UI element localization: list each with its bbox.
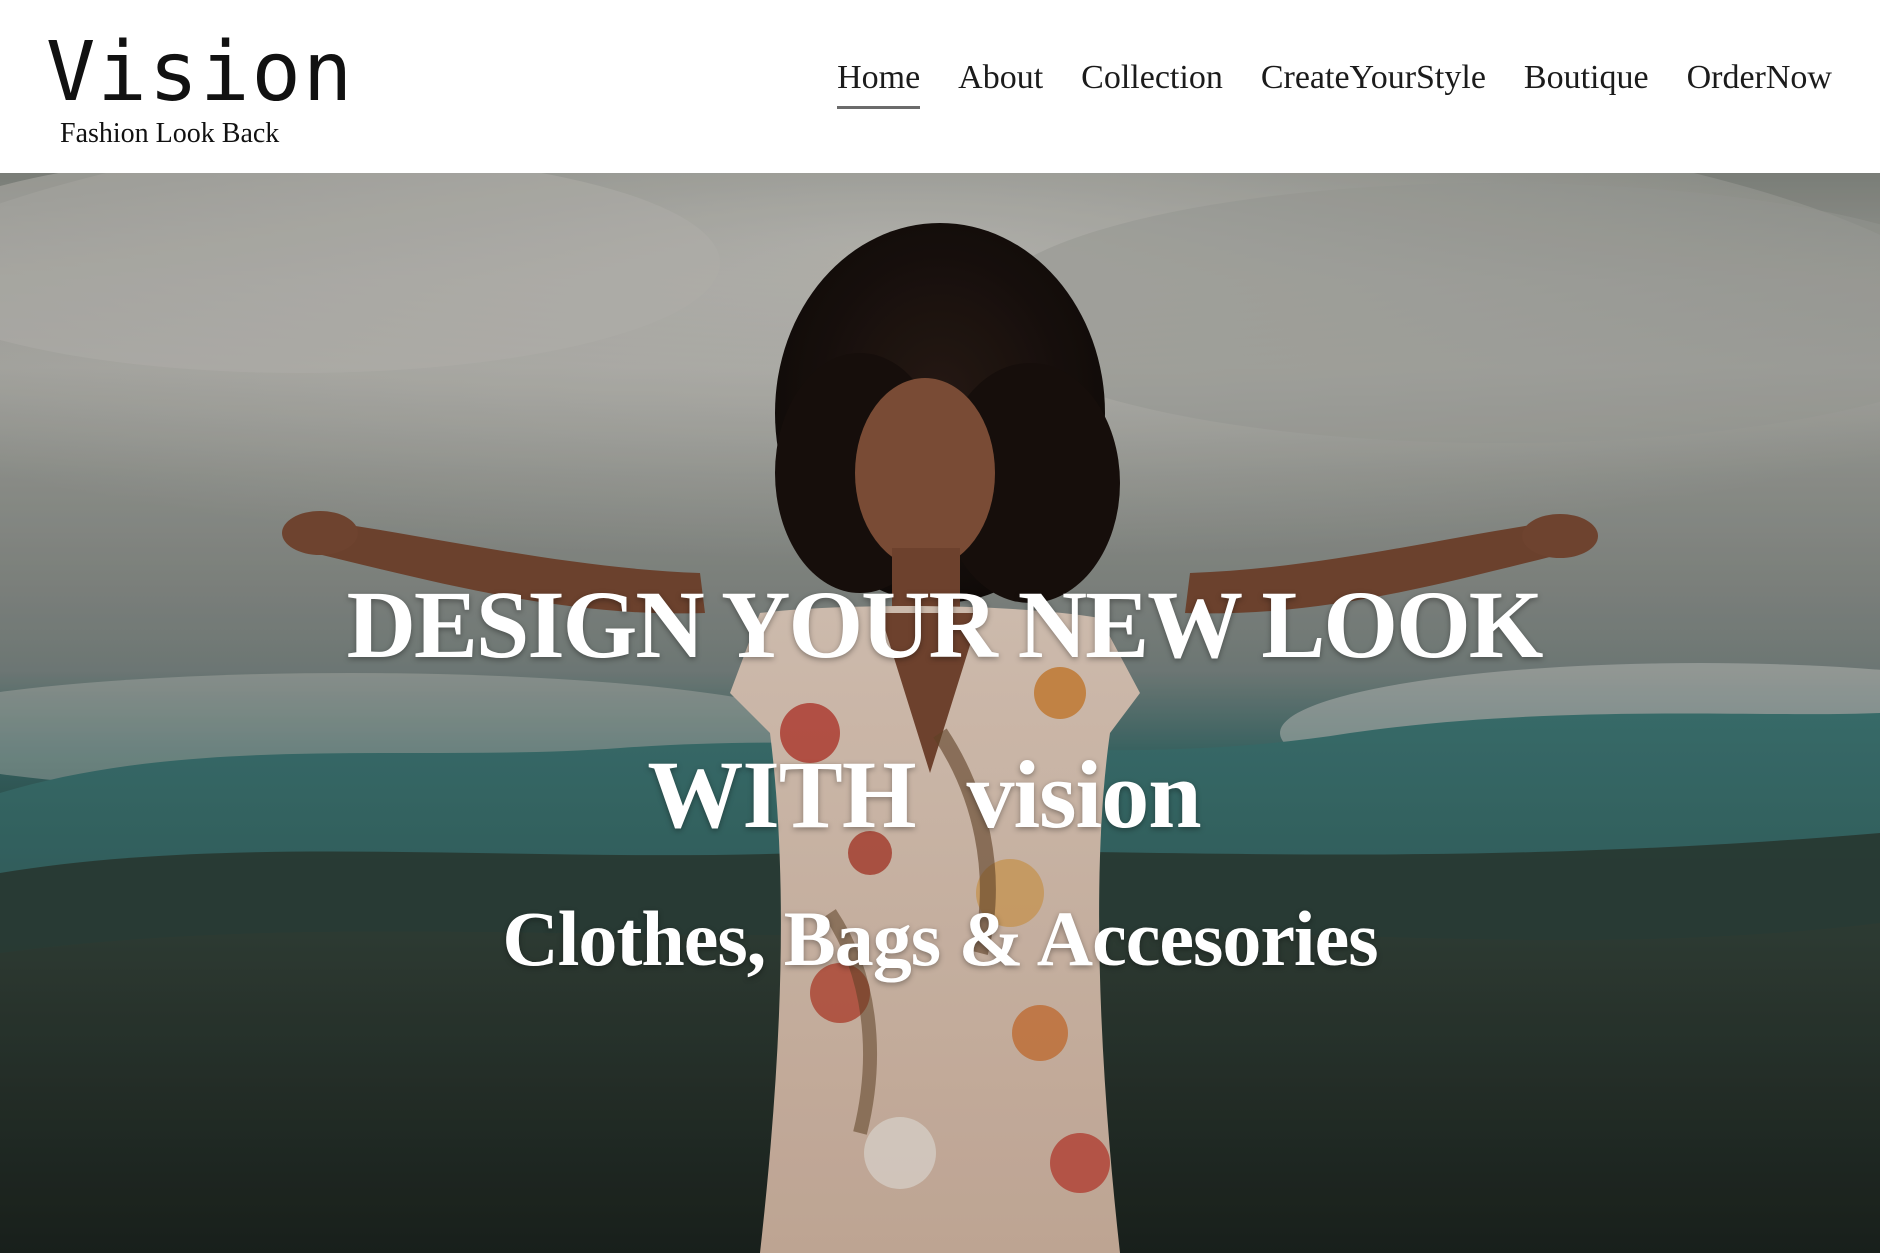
brand-logo[interactable]: Vision Fashion Look Back <box>46 25 355 150</box>
hero-subheadline: Clothes, Bags & Accesories <box>502 895 1378 982</box>
nav-item-boutique[interactable]: Boutique <box>1524 52 1649 106</box>
hero-headline-line-2: WITH vision <box>647 741 1201 848</box>
nav-item-home[interactable]: Home <box>837 52 921 109</box>
nav-item-order-now[interactable]: OrderNow <box>1687 52 1832 106</box>
hero-background-image <box>0 173 1880 1253</box>
hero-banner: DESIGN YOUR NEW LOOK WITH vision Clothes… <box>0 173 1880 1253</box>
nav-item-about[interactable]: About <box>958 52 1043 106</box>
site-header: Vision Fashion Look Back Home About Coll… <box>0 0 1880 173</box>
main-navigation: Home About Collection CreateYourStyle Bo… <box>837 52 1832 109</box>
hero-headline-line-1: DESIGN YOUR NEW LOOK <box>346 571 1544 678</box>
brand-title: Vision <box>46 25 355 120</box>
nav-item-create-your-style[interactable]: CreateYourStyle <box>1261 52 1486 106</box>
nav-item-collection[interactable]: Collection <box>1081 52 1223 106</box>
brand-tagline: Fashion Look Back <box>60 118 280 149</box>
